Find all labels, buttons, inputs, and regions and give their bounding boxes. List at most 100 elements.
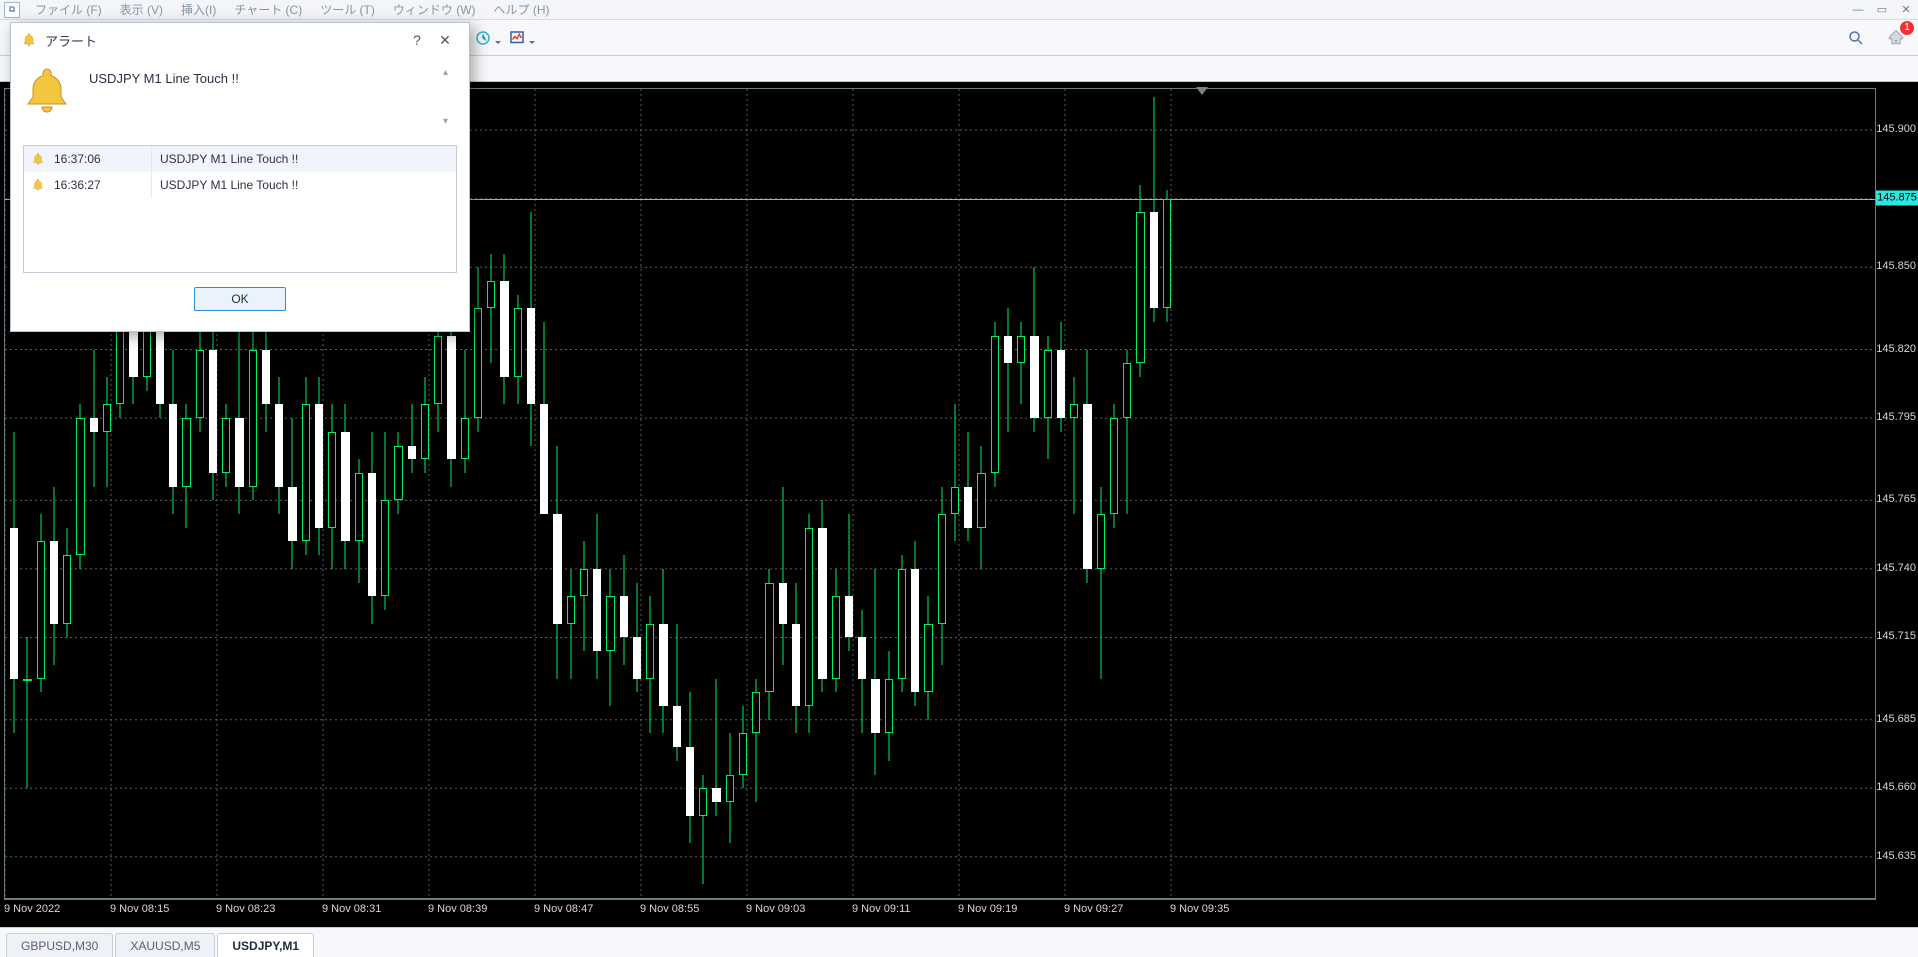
current-price-label: 145.875 <box>1876 190 1918 205</box>
y-tick-label: 145.820 <box>1876 343 1916 355</box>
candle <box>804 89 814 898</box>
candle <box>1149 89 1159 898</box>
alert-history-list: 16:37:06USDJPY M1 Line Touch !!16:36:27U… <box>23 145 457 273</box>
x-tick-label: 9 Nov 09:27 <box>1064 903 1123 915</box>
candle <box>1056 89 1066 898</box>
candle <box>1029 89 1039 898</box>
candle <box>937 89 947 898</box>
x-tick-label: 9 Nov 08:55 <box>640 903 699 915</box>
candle <box>473 89 483 898</box>
menu-item[interactable]: ウィンドウ (W) <box>384 1 485 18</box>
dialog-close-button[interactable]: ✕ <box>431 28 459 52</box>
menu-item[interactable]: 挿入(I) <box>172 1 225 18</box>
candle <box>1069 89 1079 898</box>
candle <box>963 89 973 898</box>
ok-button[interactable]: OK <box>194 287 286 311</box>
candle <box>632 89 642 898</box>
maximize-button[interactable]: ▭ <box>1870 0 1894 20</box>
candle <box>976 89 986 898</box>
close-button[interactable]: ✕ <box>1894 0 1918 20</box>
candle <box>539 89 549 898</box>
candle <box>698 89 708 898</box>
candle <box>526 89 536 898</box>
candle <box>897 89 907 898</box>
chart-tab[interactable]: USDJPY,M1 <box>217 933 314 957</box>
x-tick-label: 9 Nov 09:35 <box>1170 903 1229 915</box>
menu-item[interactable]: 表示 (V) <box>111 1 172 18</box>
candle <box>923 89 933 898</box>
candle <box>1016 89 1026 898</box>
candle <box>486 89 496 898</box>
candle <box>1043 89 1053 898</box>
bell-icon <box>24 152 52 166</box>
y-tick-label: 145.660 <box>1876 781 1916 793</box>
chart-shift-marker <box>1196 87 1208 101</box>
time-axis: 9 Nov 2022 9 Nov 08:15 9 Nov 08:23 9 Nov 08… <box>4 899 1876 927</box>
alert-time: 16:37:06 <box>52 146 152 172</box>
dialog-titlebar[interactable]: アラート ? ✕ <box>11 23 469 57</box>
bell-icon <box>21 32 37 48</box>
search-button[interactable] <box>1842 24 1870 52</box>
candle <box>831 89 841 898</box>
alert-text: USDJPY M1 Line Touch !! <box>152 152 456 166</box>
notifications-button[interactable]: 1 <box>1882 24 1910 52</box>
chart-tab[interactable]: GBPUSD,M30 <box>6 933 113 957</box>
bell-icon <box>24 178 52 192</box>
templates-button[interactable] <box>508 24 538 52</box>
candle <box>658 89 668 898</box>
y-tick-label: 145.685 <box>1876 713 1916 725</box>
price-axis: 145.900 145.875 145.850 145.820 145.795 145.7… <box>1876 88 1918 899</box>
candle <box>910 89 920 898</box>
periodicity-button[interactable] <box>474 24 504 52</box>
candle <box>817 89 827 898</box>
candle <box>552 89 562 898</box>
dialog-scrollbar[interactable]: ▴▾ <box>443 67 457 127</box>
candle <box>605 89 615 898</box>
menu-item[interactable]: チャート (C) <box>225 1 311 18</box>
chart-tab[interactable]: XAUUSD,M5 <box>115 933 215 957</box>
minimize-button[interactable]: — <box>1846 0 1870 20</box>
alert-dialog: アラート ? ✕ USDJPY M1 Line Touch !! ▴▾ 16:3… <box>10 22 470 332</box>
alert-message: USDJPY M1 Line Touch !! <box>89 67 239 86</box>
dialog-help-button[interactable]: ? <box>403 28 431 52</box>
candle <box>711 89 721 898</box>
y-tick-label: 145.900 <box>1876 123 1916 135</box>
y-tick-label: 145.795 <box>1876 411 1916 423</box>
candle <box>1003 89 1013 898</box>
x-tick-label: 9 Nov 08:15 <box>110 903 169 915</box>
menu-bar: ⧉ ファイル (F)表示 (V)挿入(I)チャート (C)ツール (T)ウィンド… <box>0 0 1918 20</box>
alert-time: 16:36:27 <box>52 172 152 198</box>
dialog-title: アラート <box>45 31 97 50</box>
candle <box>592 89 602 898</box>
candle <box>672 89 682 898</box>
candle <box>791 89 801 898</box>
menu-item[interactable]: ヘルプ (H) <box>485 1 559 18</box>
candle <box>579 89 589 898</box>
y-tick-label: 145.765 <box>1876 493 1916 505</box>
candle <box>1162 89 1172 898</box>
y-tick-label: 145.850 <box>1876 260 1916 272</box>
x-tick-label: 9 Nov 08:39 <box>428 903 487 915</box>
candle <box>1096 89 1106 898</box>
candle <box>513 89 523 898</box>
candle <box>1122 89 1132 898</box>
x-tick-label: 9 Nov 2022 <box>4 903 60 915</box>
candle <box>778 89 788 898</box>
menu-item[interactable]: ツール (T) <box>311 1 384 18</box>
candle <box>499 89 509 898</box>
x-tick-label: 9 Nov 09:19 <box>958 903 1017 915</box>
x-tick-label: 9 Nov 08:47 <box>534 903 593 915</box>
alert-history-row[interactable]: 16:37:06USDJPY M1 Line Touch !! <box>24 146 456 172</box>
candle <box>645 89 655 898</box>
y-tick-label: 145.740 <box>1876 562 1916 574</box>
alert-history-row[interactable]: 16:36:27USDJPY M1 Line Touch !! <box>24 172 456 198</box>
candle <box>764 89 774 898</box>
candle <box>725 89 735 898</box>
app-icon: ⧉ <box>4 2 20 18</box>
chart-tabs: GBPUSD,M30XAUUSD,M5USDJPY,M1 <box>0 927 1918 957</box>
x-tick-label: 9 Nov 08:23 <box>216 903 275 915</box>
x-tick-label: 9 Nov 09:11 <box>852 903 911 915</box>
candle <box>870 89 880 898</box>
menu-item[interactable]: ファイル (F) <box>26 1 111 18</box>
alert-text: USDJPY M1 Line Touch !! <box>152 178 456 192</box>
